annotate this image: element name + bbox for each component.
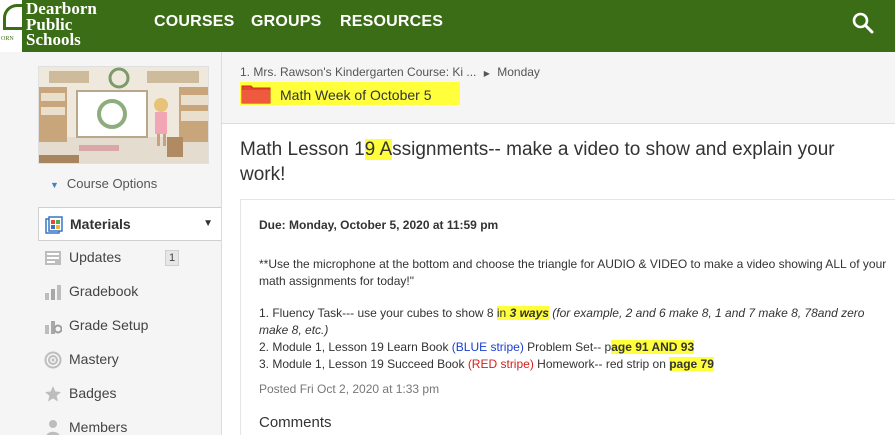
nav-groups[interactable]: GROUPS — [251, 13, 322, 31]
sidebar-item-grade-setup[interactable]: Grade Setup — [38, 309, 221, 343]
top-navigation-bar: ORN Dearborn Public Schools COURSES GROU… — [0, 0, 895, 52]
course-options-toggle[interactable]: ▼ Course Options — [50, 176, 157, 191]
district-logo[interactable]: ORN Dearborn Public Schools — [0, 0, 140, 52]
sidebar-item-members[interactable]: Members — [38, 411, 221, 435]
task-1: 1. Fluency Task--- use your cubes to sho… — [259, 306, 865, 337]
search-icon[interactable] — [852, 12, 874, 34]
sidebar-item-materials[interactable]: Materials ▼ — [38, 207, 221, 241]
instructions-text: **Use the microphone at the bottom and c… — [259, 257, 887, 288]
updates-icon — [45, 251, 61, 265]
sidebar-item-label: Grade Setup — [69, 317, 149, 333]
members-icon — [46, 420, 60, 435]
breadcrumb-area: 1. Mrs. Rawson's Kindergarten Course: Ki… — [222, 52, 895, 124]
badges-icon — [45, 386, 61, 402]
sidebar-item-label: Badges — [69, 385, 117, 401]
caret-down-icon: ▼ — [50, 180, 59, 190]
sidebar-item-updates[interactable]: Updates 1 — [38, 241, 221, 275]
breadcrumb-monday-link[interactable]: Monday — [497, 65, 540, 79]
materials-icon — [45, 216, 63, 234]
logo-text: Dearborn Public Schools — [26, 0, 97, 49]
folder-icon — [241, 85, 271, 104]
due-date: Due: Monday, October 5, 2020 at 11:59 pm — [259, 218, 499, 232]
gradebook-icon — [45, 285, 61, 300]
sidebar-item-label: Mastery — [69, 351, 119, 367]
chevron-down-icon[interactable]: ▼ — [203, 218, 213, 229]
task-3: 3. Module 1, Lesson 19 Succeed Book (RED… — [259, 357, 714, 371]
sidebar-item-badges[interactable]: Badges — [38, 377, 221, 411]
sidebar-item-gradebook[interactable]: Gradebook — [38, 275, 221, 309]
breadcrumb-course-link[interactable]: 1. Mrs. Rawson's Kindergarten Course: Ki… — [240, 65, 476, 79]
mastery-icon — [44, 351, 62, 369]
course-sidebar: ▼ Course Options Materials ▼ Updates 1 G… — [0, 52, 222, 435]
grade-setup-icon — [45, 321, 62, 334]
updates-count-badge: 1 — [165, 250, 179, 266]
logo-mark: ORN — [0, 0, 22, 52]
sidebar-item-label: Gradebook — [69, 283, 139, 299]
sidebar-item-mastery[interactable]: Mastery — [38, 343, 221, 377]
nav-courses[interactable]: COURSES — [154, 13, 235, 31]
assignment-title: Math Lesson 19 Assignments-- make a vide… — [240, 139, 835, 185]
nav-resources[interactable]: RESOURCES — [340, 13, 443, 31]
posted-timestamp: Posted Fri Oct 2, 2020 at 1:33 pm — [259, 382, 440, 396]
sidebar-item-label: Updates — [69, 249, 122, 265]
breadcrumb-separator-icon: ▶ — [483, 69, 490, 78]
breadcrumb: 1. Mrs. Rawson's Kindergarten Course: Ki… — [240, 65, 540, 79]
course-banner-image — [38, 66, 209, 164]
sidebar-item-label: Materials — [70, 216, 131, 232]
folder-title: Math Week of October 5 — [280, 87, 432, 103]
sidebar-item-label: Members — [69, 419, 128, 435]
task-2: 2. Module 1, Lesson 19 Learn Book (BLUE … — [259, 340, 695, 354]
comments-heading: Comments — [259, 414, 332, 431]
